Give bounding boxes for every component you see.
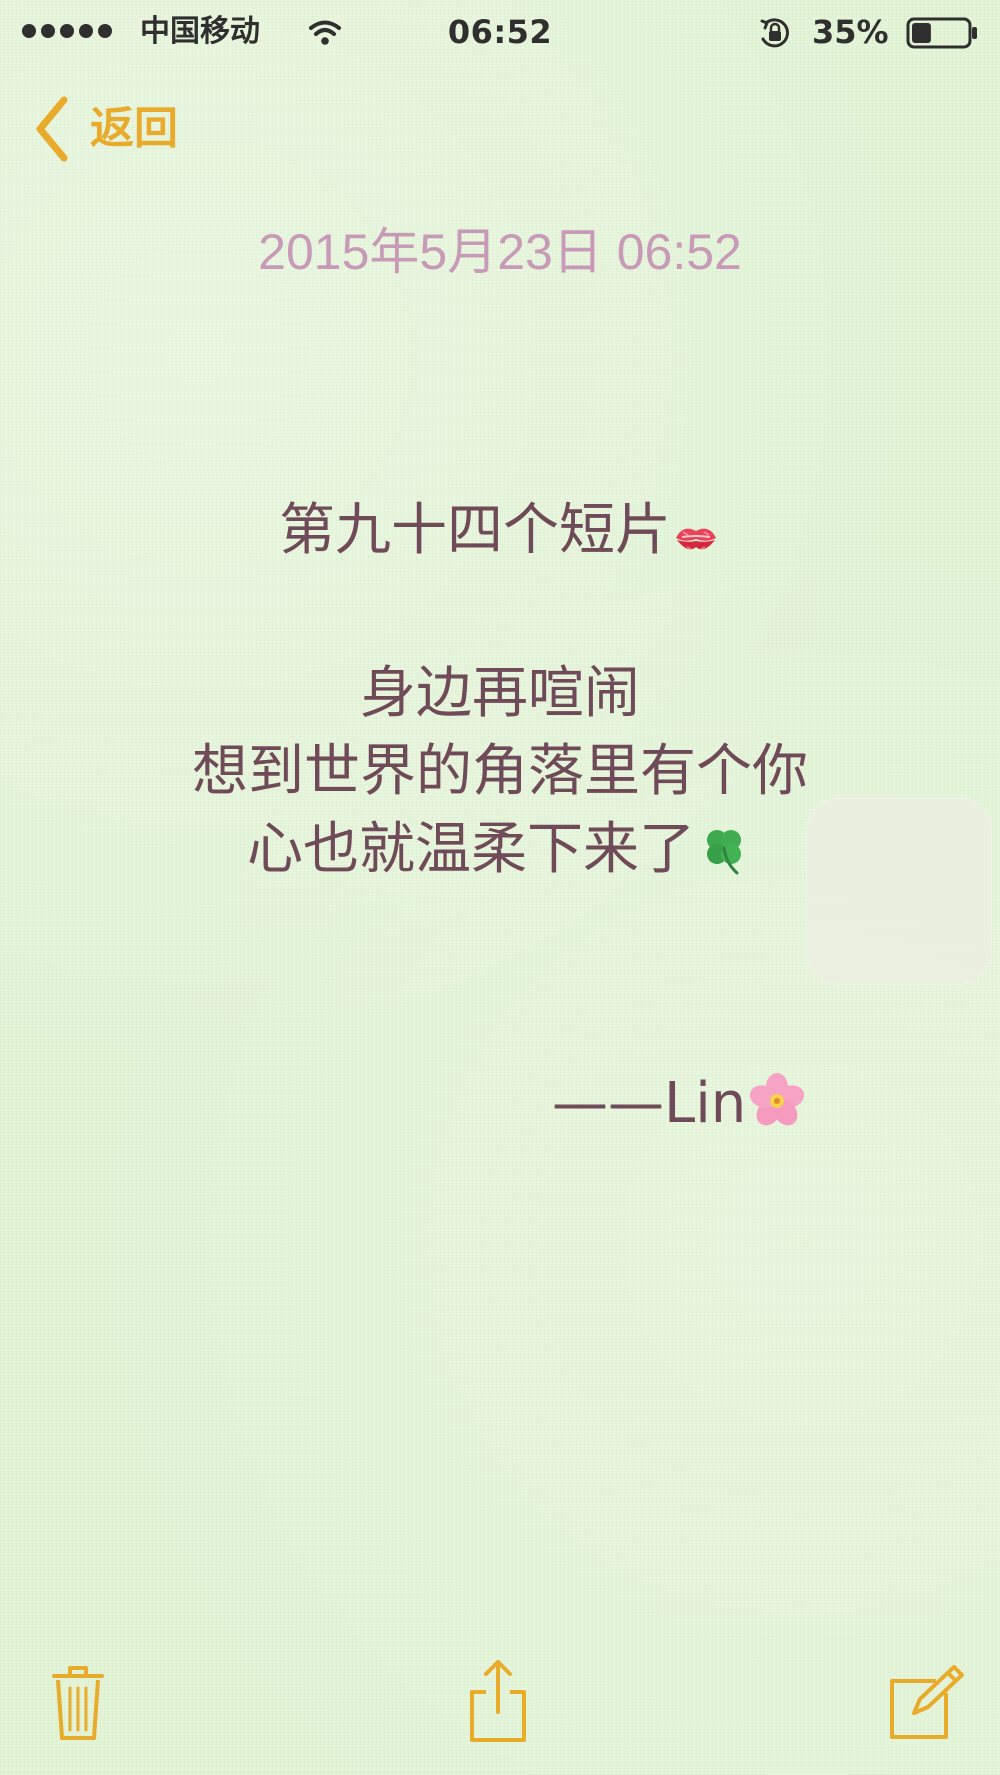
note-signature: ——Lin (552, 1071, 747, 1136)
back-button[interactable]: 返回 (30, 94, 178, 164)
battery-percent: 35% (812, 13, 889, 51)
orientation-lock-icon (760, 18, 789, 48)
status-bar: 中国移动 06:52 35% (0, 0, 1000, 64)
kiss-mark-emoji (671, 519, 721, 559)
note-line: 心也就温柔下来了 (247, 817, 695, 882)
note-signature-line: ——Lin (552, 1065, 852, 1143)
note-title: 第九十四个短片 (279, 498, 671, 563)
share-icon[interactable] (466, 1658, 530, 1744)
trash-icon[interactable] (48, 1662, 108, 1742)
note-title-line: 第九十四个短片 (0, 492, 1000, 570)
floating-card (806, 797, 992, 985)
battery-icon (906, 17, 977, 49)
four-leaf-clover-emoji (695, 820, 753, 878)
cherry-blossom-emoji (746, 1070, 808, 1132)
compose-icon[interactable] (888, 1665, 964, 1741)
chevron-left-icon (36, 96, 68, 162)
back-label: 返回 (90, 103, 178, 154)
note-date: 2015年5月23日 06:52 (258, 224, 742, 280)
note-line: 身边再喧闹 (360, 661, 640, 726)
